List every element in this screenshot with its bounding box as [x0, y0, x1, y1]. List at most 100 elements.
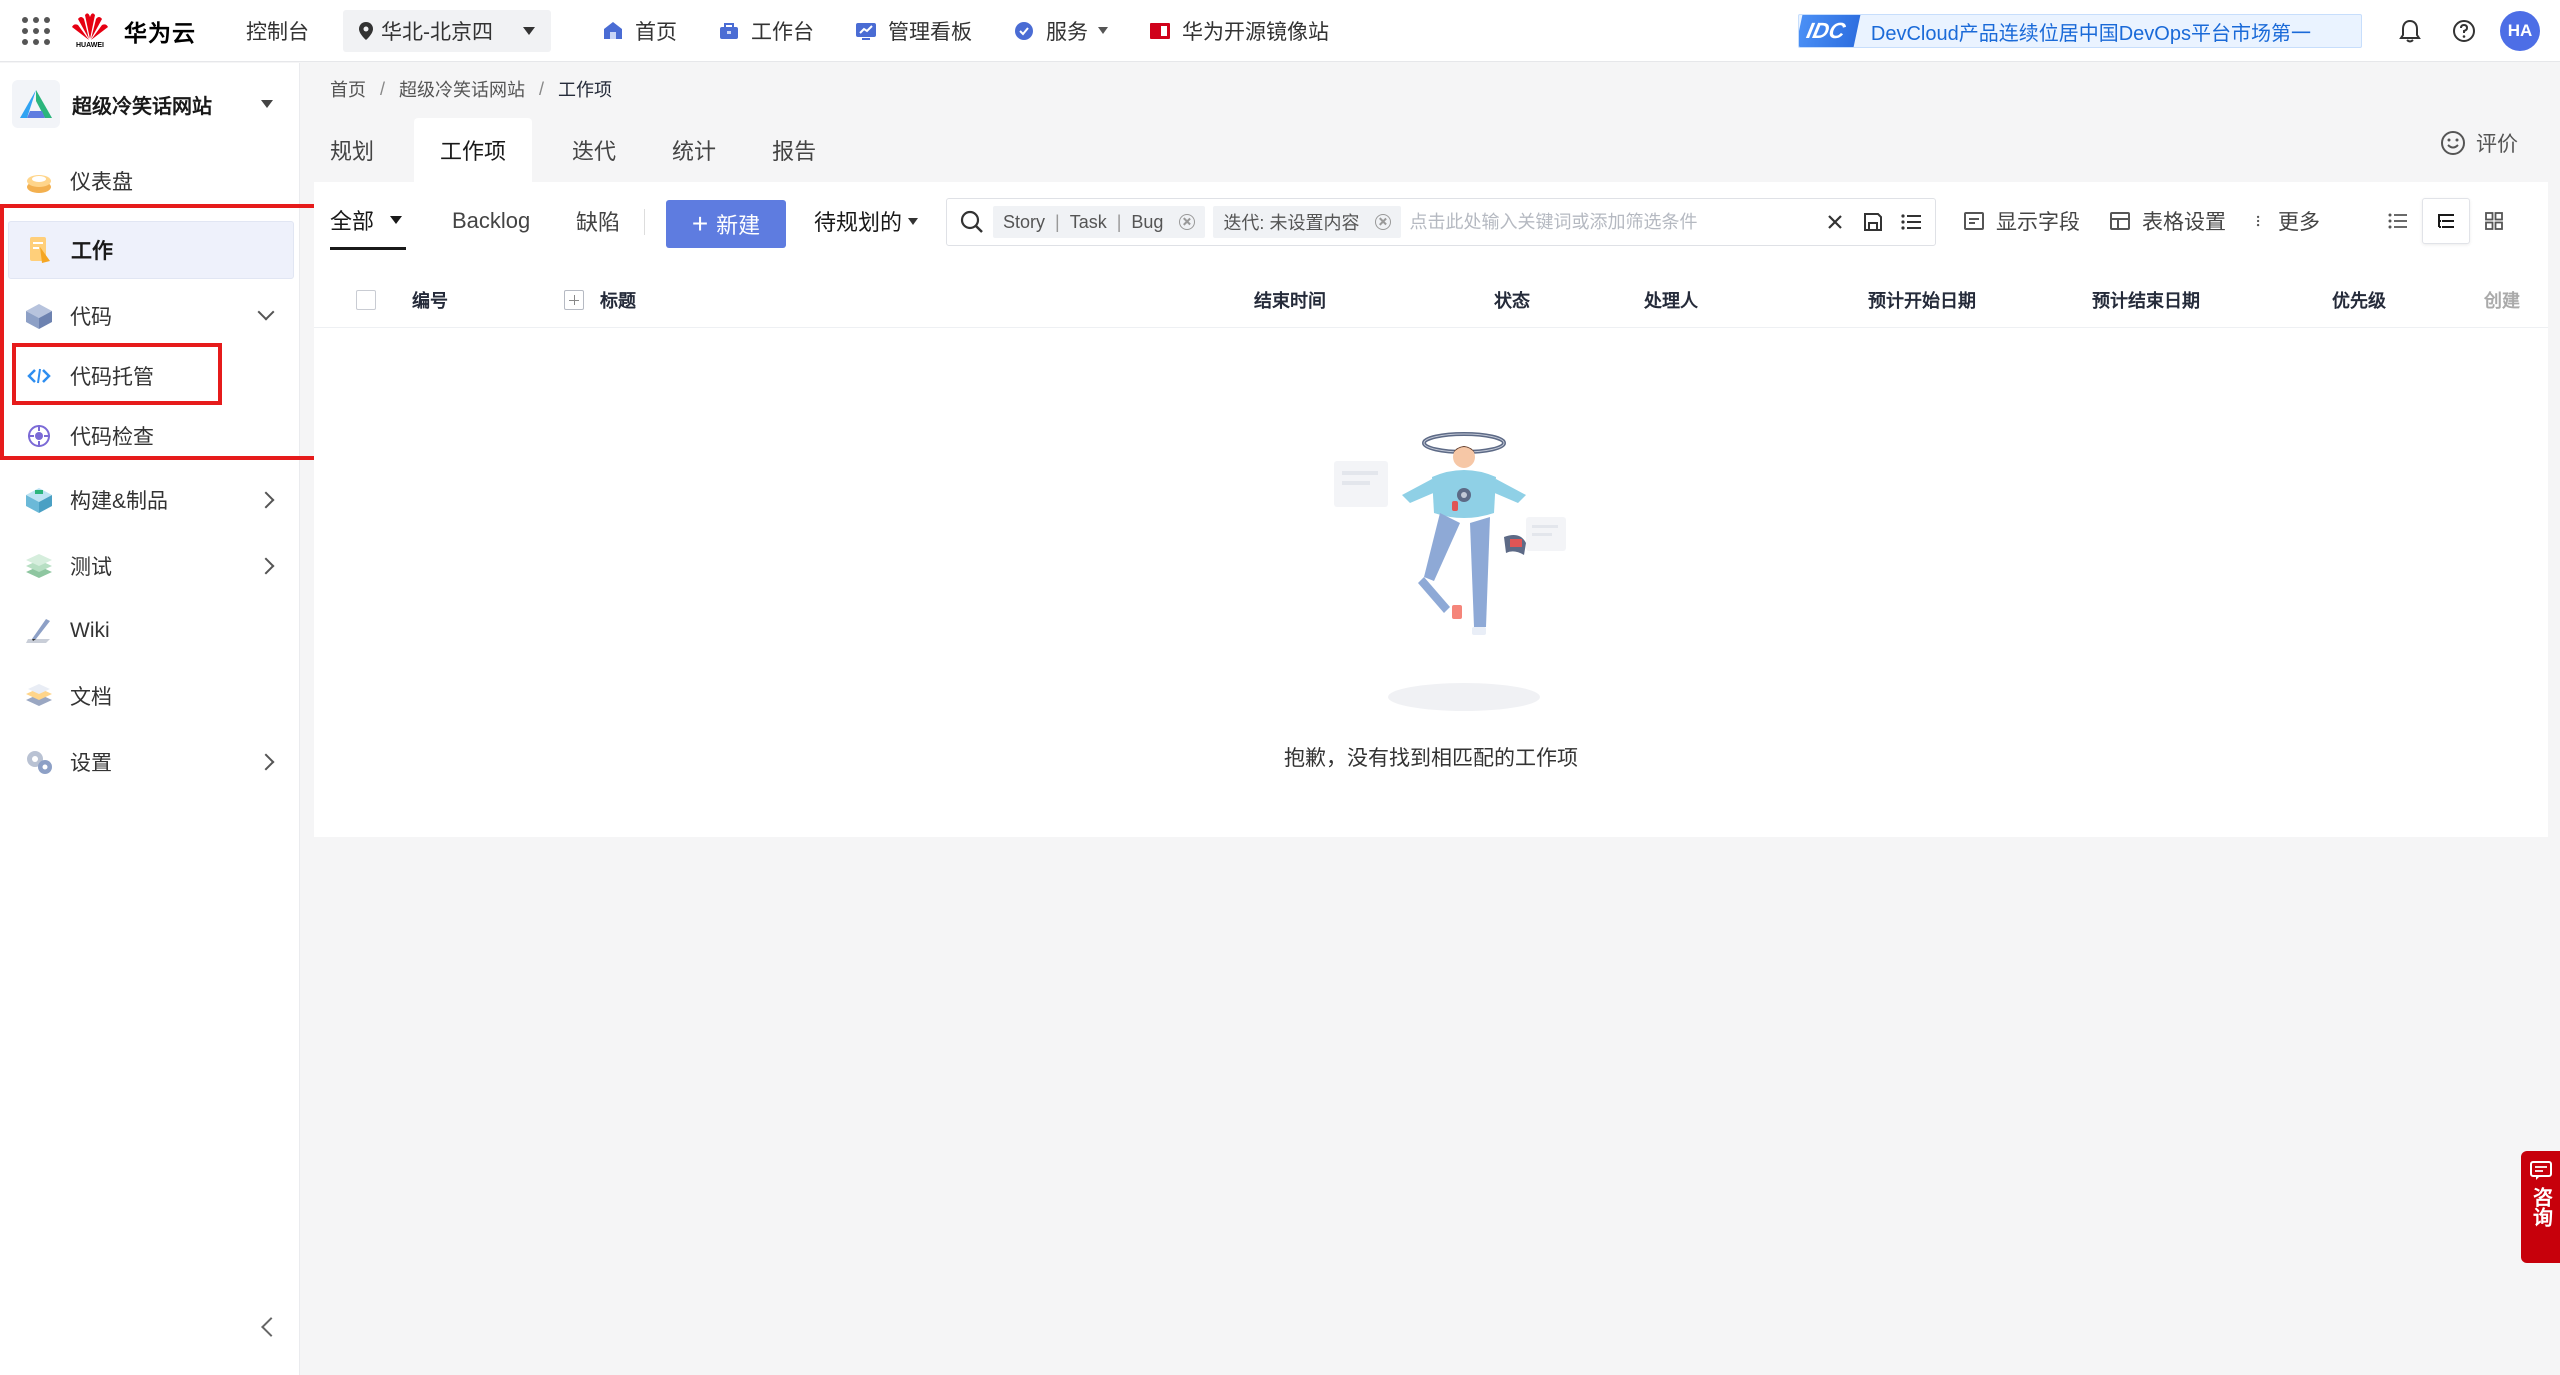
work-tabs: 规划 工作项 迭代 统计 报告: [314, 118, 856, 182]
defects-link[interactable]: 缺陷: [576, 192, 620, 250]
huawei-logo-icon: HUAWEI: [68, 9, 112, 53]
list-view-icon[interactable]: [2374, 198, 2422, 244]
top-nav: 首页 工作台 管理看板 服务 华为开源镜像站: [601, 16, 1369, 46]
docs-icon: [22, 679, 56, 713]
col-end-time[interactable]: 结束时间: [1254, 272, 1326, 328]
collapse-sidebar-icon[interactable]: [261, 1317, 281, 1337]
chevron-down-icon: [261, 100, 273, 108]
filter-search-box[interactable]: Story | Task | Bug 迭代: 未设置内容: [946, 198, 1936, 246]
promo-banner[interactable]: IDC DevCloud产品连续位居中国DevOps平台市场第一: [1798, 14, 2362, 48]
breadcrumb-project[interactable]: 超级冷笑话网站: [399, 76, 525, 102]
mirror-icon: [1150, 22, 1170, 39]
chevron-down-icon: [390, 215, 403, 224]
select-all-checkbox[interactable]: [356, 290, 376, 310]
sidebar-item-work[interactable]: 工作: [8, 221, 294, 279]
work-items-panel: 全部 Backlog 缺陷 + 新建 待规划的 Story | Task | B…: [314, 182, 2548, 837]
col-id[interactable]: 编号: [412, 272, 448, 328]
table-settings-icon: [2110, 212, 2130, 230]
table-header: 编号 标题 结束时间 状态 处理人 预计开始日期 预计结束日期 优先级 创建: [314, 272, 2548, 328]
test-icon: [22, 549, 56, 583]
code-check-icon: [22, 419, 56, 453]
user-avatar[interactable]: HA: [2500, 11, 2540, 51]
project-switcher[interactable]: 超级冷笑话网站: [0, 63, 299, 145]
col-assignee[interactable]: 处理人: [1644, 272, 1698, 328]
type-filter-chip[interactable]: Story | Task | Bug: [993, 206, 1206, 238]
chat-icon: [2529, 1161, 2552, 1180]
tab-reports[interactable]: 报告: [756, 118, 832, 182]
chevron-down-icon: [908, 217, 919, 225]
feedback-button[interactable]: 评价: [2440, 128, 2518, 158]
nav-dashboard[interactable]: 管理看板: [854, 16, 972, 46]
sidebar-item-code-hosting[interactable]: 代码托管: [8, 347, 294, 405]
more-button[interactable]: 更多: [2254, 192, 2320, 250]
sidebar-item-docs[interactable]: 文档: [8, 667, 294, 725]
nav-home[interactable]: 首页: [601, 16, 677, 46]
tab-plan[interactable]: 规划: [314, 118, 390, 182]
expand-all-icon[interactable]: [564, 290, 584, 310]
iteration-filter-chip[interactable]: 迭代: 未设置内容: [1213, 206, 1402, 238]
filter-all-dropdown[interactable]: 全部: [330, 192, 407, 250]
search-icon: [960, 210, 983, 233]
console-link[interactable]: 控制台: [246, 16, 309, 46]
close-icon[interactable]: [1179, 214, 1196, 230]
app-grid-icon[interactable]: [18, 13, 54, 49]
services-icon: [1015, 21, 1033, 40]
build-icon: [22, 483, 56, 517]
smile-icon: [2441, 131, 2465, 155]
help-icon[interactable]: [2444, 11, 2484, 51]
list-icon[interactable]: [1897, 208, 1925, 236]
region-selector[interactable]: 华北-北京四: [343, 9, 551, 52]
sidebar-item-settings[interactable]: 设置: [8, 733, 294, 791]
sidebar-item-code-check[interactable]: 代码检查: [8, 407, 294, 465]
breadcrumb-home[interactable]: 首页: [330, 76, 366, 102]
huawei-cloud-logo[interactable]: HUAWEI 华为云: [68, 9, 196, 53]
chevron-down-icon: [1098, 27, 1108, 34]
close-icon[interactable]: [1375, 214, 1392, 230]
card-view-icon[interactable]: [2470, 198, 2518, 244]
sidebar-item-test[interactable]: 测试: [8, 537, 294, 595]
nav-services[interactable]: 服务: [1012, 16, 1108, 46]
sidebar-item-code[interactable]: 代码: [8, 287, 294, 345]
top-right-actions: HA: [2376, 11, 2540, 51]
brand-name: 华为云: [124, 19, 196, 46]
consult-button[interactable]: 咨询: [2521, 1151, 2560, 1263]
bell-icon[interactable]: [2390, 11, 2430, 51]
chevron-right-icon: [257, 557, 275, 575]
idc-badge: IDC: [1799, 15, 1861, 47]
dashboard-icon: [22, 164, 56, 198]
sidebar-item-wiki[interactable]: Wiki: [8, 602, 294, 660]
breadcrumb-current: 工作项: [558, 80, 613, 100]
tab-iterations[interactable]: 迭代: [556, 118, 632, 182]
clear-icon[interactable]: [1821, 208, 1849, 236]
sidebar: 超级冷笑话网站 仪表盘 工作 代码 代码托管 代码检查 构建&制品 测试 Wik…: [0, 63, 300, 1375]
code-icon: [22, 299, 56, 333]
tab-work-items[interactable]: 工作项: [414, 118, 533, 182]
nav-mirror[interactable]: 华为开源镜像站: [1148, 16, 1329, 46]
filter-input[interactable]: [1409, 211, 1821, 233]
col-planned-end[interactable]: 预计结束日期: [2092, 272, 2200, 328]
banner-text: DevCloud产品连续位居中国DevOps平台市场第一: [1870, 22, 2311, 45]
settings-icon: [22, 745, 56, 779]
save-icon[interactable]: [1859, 208, 1887, 236]
breadcrumb: 首页 / 超级冷笑话网站 / 工作项: [330, 76, 612, 102]
backlog-link[interactable]: Backlog: [452, 192, 530, 250]
show-fields-button[interactable]: 显示字段: [1962, 192, 2080, 250]
table-settings-button[interactable]: 表格设置: [2108, 192, 2226, 250]
col-priority[interactable]: 优先级: [2332, 272, 2386, 328]
chevron-right-icon: [257, 753, 275, 771]
sidebar-item-dashboard[interactable]: 仪表盘: [8, 152, 294, 210]
more-vertical-icon: [2256, 215, 2260, 227]
col-created[interactable]: 创建: [2484, 272, 2520, 328]
nav-workbench[interactable]: 工作台: [717, 16, 814, 46]
col-status[interactable]: 状态: [1494, 272, 1530, 328]
sidebar-item-build[interactable]: 构建&制品: [8, 471, 294, 529]
new-button[interactable]: + 新建: [666, 200, 786, 248]
empty-state-illustration: [1334, 432, 1566, 711]
project-name: 超级冷笑话网站: [72, 95, 212, 118]
plan-filter-dropdown[interactable]: 待规划的: [814, 192, 919, 250]
tree-view-icon[interactable]: [2422, 198, 2470, 244]
fields-icon: [1964, 212, 1984, 230]
tab-statistics[interactable]: 统计: [656, 118, 732, 182]
col-title[interactable]: 标题: [564, 272, 636, 328]
col-planned-start[interactable]: 预计开始日期: [1868, 272, 1976, 328]
